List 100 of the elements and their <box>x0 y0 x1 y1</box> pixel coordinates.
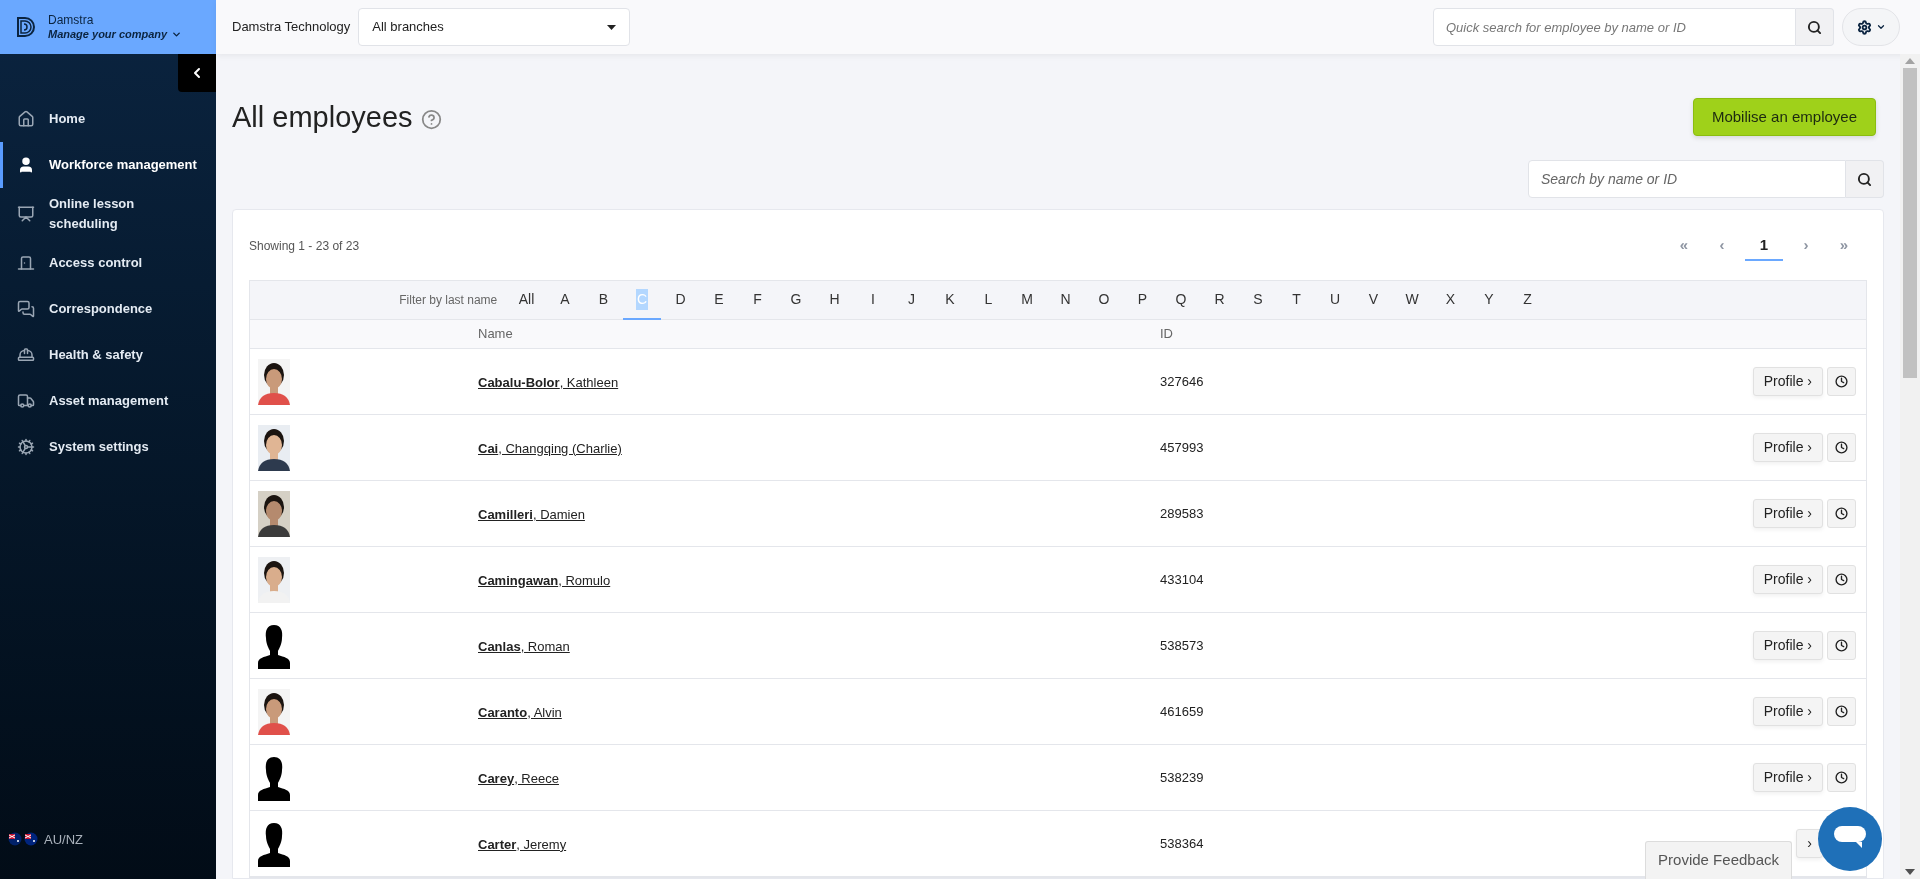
letter-filter-tab[interactable]: U <box>1315 280 1355 320</box>
search-button[interactable] <box>1796 8 1834 46</box>
search-button[interactable] <box>1846 160 1884 198</box>
pagination-link[interactable]: 1 <box>1745 231 1783 261</box>
sidebar-item[interactable]: Health & safety <box>0 332 216 378</box>
clock-icon <box>1835 705 1848 718</box>
employee-name-link[interactable]: Cai, Changqing (Charlie) <box>478 440 622 456</box>
letter-filter-tab[interactable]: S <box>1238 280 1278 320</box>
employee-id: 461659 <box>1160 702 1204 721</box>
person-silhouette-icon <box>258 622 290 669</box>
search-icon <box>1807 19 1822 35</box>
flag-icon <box>8 832 22 847</box>
letter-filter-tab[interactable]: V <box>1354 280 1393 320</box>
letter-filter-tab[interactable]: O <box>1084 280 1124 320</box>
mobilise-employee-button[interactable]: Mobilise an employee <box>1692 98 1876 136</box>
chevron-down-icon <box>1875 22 1886 32</box>
letter-filter-tab[interactable]: R <box>1200 280 1239 320</box>
profile-button[interactable]: Profile › <box>1752 367 1823 396</box>
gears-icon <box>17 438 35 456</box>
letter-filter-tab[interactable]: N <box>1046 280 1085 320</box>
letter-filter-tab[interactable]: L <box>969 280 1008 320</box>
column-header: ID <box>1160 325 1173 344</box>
profile-button[interactable]: Profile › <box>1752 631 1823 660</box>
history-button[interactable] <box>1827 631 1856 660</box>
chevron-down-icon <box>171 29 183 40</box>
history-button[interactable] <box>1827 433 1856 462</box>
sidebar-item[interactable]: Workforce management <box>0 142 216 188</box>
company-subtitle: Manage your company <box>48 27 168 42</box>
letter-filter-tab[interactable]: T <box>1277 280 1316 320</box>
feedback-button[interactable]: Provide Feedback <box>1645 841 1792 879</box>
truck-icon <box>17 392 35 410</box>
employee-search-field[interactable]: Search by name or ID <box>1528 160 1846 198</box>
quick-search-field[interactable]: Quick search for employee by name or ID <box>1433 8 1796 46</box>
profile-button[interactable]: Profile › <box>1752 433 1823 462</box>
letter-filter-tab[interactable]: M <box>1007 280 1047 320</box>
letter-filter-tab[interactable]: G <box>776 280 816 320</box>
employee-name-link[interactable]: Canlas, Roman <box>478 638 570 654</box>
history-button[interactable] <box>1827 763 1856 792</box>
letter-filter-tab[interactable]: P <box>1123 280 1162 320</box>
letter-filter-tab[interactable]: All <box>507 280 546 320</box>
history-button[interactable] <box>1827 367 1856 396</box>
clock-icon <box>1835 441 1848 454</box>
letter-filter-tab[interactable]: D <box>661 280 700 320</box>
house-icon <box>17 110 35 128</box>
employee-id: 538573 <box>1160 636 1204 655</box>
letter-filter-tab[interactable]: W <box>1392 280 1432 320</box>
sidebar-item[interactable]: System settings <box>0 424 216 470</box>
letter-filter-tab[interactable]: E <box>699 280 739 320</box>
door-icon <box>17 254 35 272</box>
employee-name-link[interactable]: Caranto, Alvin <box>478 704 562 720</box>
employee-name-link[interactable]: Carey, Reece <box>478 770 559 786</box>
letter-filter-tab[interactable]: Q <box>1161 280 1201 320</box>
letter-filter-tab[interactable]: B <box>584 280 623 320</box>
region-label[interactable]: AU/NZ <box>44 829 83 849</box>
history-button[interactable] <box>1827 697 1856 726</box>
clock-icon <box>1835 639 1848 652</box>
letter-filter-tab[interactable]: Y <box>1469 280 1509 320</box>
profile-button[interactable]: Profile › <box>1752 763 1823 792</box>
caret-icon <box>607 24 617 30</box>
sidebar-item[interactable]: Access control <box>0 240 216 286</box>
history-button[interactable] <box>1827 499 1856 528</box>
letter-filter-tab[interactable]: J <box>892 280 931 320</box>
scrollbar[interactable] <box>1900 54 1920 879</box>
clock-icon <box>1835 375 1848 388</box>
letter-filter-tab[interactable]: A <box>545 280 585 320</box>
settings-icon <box>1856 19 1872 35</box>
filter-label: Filter by last name <box>399 292 498 309</box>
letter-filter-tab[interactable]: I <box>853 280 893 320</box>
employee-name-link[interactable]: Carter, Jeremy <box>478 836 567 852</box>
settings-menu-button[interactable] <box>1842 8 1900 46</box>
help-icon[interactable] <box>420 108 442 130</box>
employee-name-link[interactable]: Camilleri, Damien <box>478 506 585 522</box>
letter-filter-tab[interactable]: X <box>1431 280 1470 320</box>
history-button[interactable] <box>1827 565 1856 594</box>
employee-id: 433104 <box>1160 570 1204 589</box>
sidebar-item[interactable]: Correspondence <box>0 286 216 332</box>
sidebar-item[interactable]: Asset management <box>0 378 216 424</box>
sidebar-item[interactable]: Home <box>0 96 216 142</box>
profile-button[interactable]: Profile › <box>1752 499 1823 528</box>
employee-name-link[interactable]: Camingawan, Romulo <box>478 572 611 588</box>
search-icon <box>1857 171 1872 187</box>
profile-button[interactable]: Profile › <box>1752 697 1823 726</box>
employee-name-link[interactable]: Cabalu-Bolor, Kathleen <box>478 374 619 390</box>
employee-id: 538239 <box>1160 768 1204 787</box>
letter-filter-tab[interactable]: H <box>815 280 854 320</box>
letter-filter-tab[interactable]: K <box>930 280 970 320</box>
branch-select[interactable]: All branches <box>358 8 631 46</box>
letter-filter-tab[interactable]: Z <box>1508 280 1547 320</box>
profile-button[interactable]: Profile › <box>1752 565 1823 594</box>
employee-id: 327646 <box>1160 372 1204 391</box>
chat-bubbles-icon <box>17 300 35 318</box>
scroll-down-icon <box>1905 869 1915 875</box>
presentation-icon <box>17 205 35 223</box>
column-header: Name <box>478 325 514 344</box>
scrollbar-thumb[interactable] <box>1903 68 1917 378</box>
letter-filter-tab[interactable]: F <box>738 280 777 320</box>
company-switcher[interactable]: Damstra Manage your company <box>0 0 216 54</box>
organisation-name: Damstra Technology <box>232 18 351 37</box>
sidebar-item[interactable]: Online lesson scheduling <box>0 188 216 240</box>
company-name: Damstra <box>48 12 95 28</box>
